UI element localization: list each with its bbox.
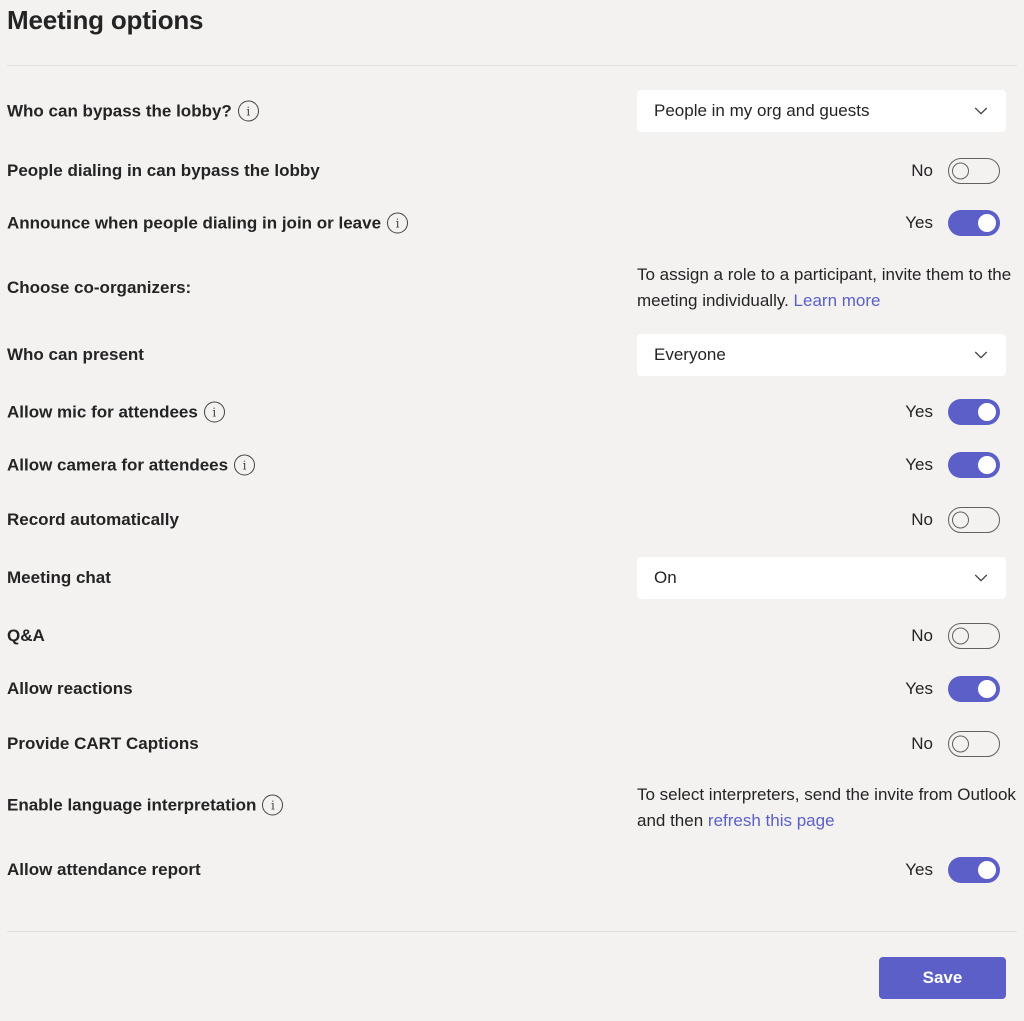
bottom-divider: [7, 931, 1017, 932]
setting-label: Allow reactions: [7, 679, 133, 699]
attendance-report-toggle-group: Yes: [905, 857, 1000, 883]
allow-reactions-toggle[interactable]: [948, 676, 1000, 702]
allow-camera-toggle-group: Yes: [905, 452, 1000, 478]
toggle-state-text: Yes: [905, 455, 933, 474]
toggle-knob: [952, 735, 969, 753]
chevron-down-icon: [972, 569, 990, 587]
language-interpretation-link[interactable]: refresh this page: [708, 811, 835, 830]
setting-label-text: Choose co-organizers:: [7, 278, 192, 297]
setting-label: Q&A: [7, 626, 45, 646]
dialin-bypass-toggle[interactable]: [948, 158, 1000, 184]
toggle-state-text: Yes: [905, 213, 933, 232]
setting-label-text: Allow mic for attendees: [7, 402, 198, 421]
qa-toggle[interactable]: [948, 623, 1000, 649]
cart-captions-toggle-group: No: [911, 731, 1000, 757]
setting-label-text: Provide CART Captions: [7, 734, 199, 753]
setting-label-text: Allow camera for attendees: [7, 455, 229, 474]
setting-label: Enable language interpretation i: [7, 794, 284, 816]
setting-label: Record automatically: [7, 510, 179, 530]
who-present-dropdown[interactable]: Everyone: [637, 334, 1006, 376]
toggle-state-text: No: [911, 626, 933, 645]
setting-label: Announce when people dialing in join or …: [7, 212, 409, 234]
setting-label: Choose co-organizers:: [7, 278, 191, 298]
toggle-knob: [978, 403, 996, 421]
info-icon[interactable]: i: [203, 401, 225, 423]
info-icon[interactable]: i: [387, 212, 409, 234]
setting-label-text: Enable language interpretation: [7, 795, 257, 814]
co-organizers-link[interactable]: Learn more: [794, 291, 881, 310]
attendance-report-toggle[interactable]: [948, 857, 1000, 883]
allow-mic-toggle[interactable]: [948, 399, 1000, 425]
toggle-state-text: Yes: [905, 860, 933, 879]
language-interpretation-note: To select interpreters, send the invite …: [637, 782, 1017, 834]
meeting-options-page: Meeting options Who can bypass the lobby…: [0, 0, 1024, 1021]
setting-label-text: People dialing in can bypass the lobby: [7, 161, 320, 180]
setting-label-text: Who can present: [7, 345, 144, 364]
setting-label-text: Who can bypass the lobby?: [7, 101, 232, 120]
toggle-state-text: No: [911, 734, 933, 753]
chevron-down-icon: [972, 102, 990, 120]
setting-label-text: Q&A: [7, 626, 45, 645]
bypass-lobby-dropdown[interactable]: People in my org and guests: [637, 90, 1006, 132]
setting-label-text: Allow reactions: [7, 679, 133, 698]
setting-label: Provide CART Captions: [7, 734, 199, 754]
dialin-bypass-toggle-group: No: [911, 158, 1000, 184]
page-title: Meeting options: [7, 5, 204, 35]
info-icon[interactable]: i: [262, 794, 284, 816]
allow-mic-toggle-group: Yes: [905, 399, 1000, 425]
toggle-knob: [952, 627, 969, 645]
setting-label: Who can present: [7, 345, 144, 365]
toggle-knob: [952, 162, 969, 180]
toggle-knob: [978, 456, 996, 474]
setting-label-text: Meeting chat: [7, 568, 111, 587]
setting-label-text: Record automatically: [7, 510, 179, 529]
announce-dialin-toggle[interactable]: [948, 210, 1000, 236]
setting-label-text: Allow attendance report: [7, 860, 201, 879]
cart-captions-toggle[interactable]: [948, 731, 1000, 757]
qa-toggle-group: No: [911, 623, 1000, 649]
co-organizers-note: To assign a role to a participant, invit…: [637, 262, 1017, 314]
setting-label-text: Announce when people dialing in join or …: [7, 213, 382, 232]
dropdown-value: People in my org and guests: [654, 101, 870, 120]
info-icon[interactable]: i: [237, 100, 259, 122]
allow-reactions-toggle-group: Yes: [905, 676, 1000, 702]
toggle-state-text: No: [911, 510, 933, 529]
setting-label: Allow camera for attendees i: [7, 454, 256, 476]
announce-dialin-toggle-group: Yes: [905, 210, 1000, 236]
toggle-state-text: Yes: [905, 679, 933, 698]
setting-label: Who can bypass the lobby? i: [7, 100, 259, 122]
record-auto-toggle[interactable]: [948, 507, 1000, 533]
setting-label: Allow mic for attendees i: [7, 401, 225, 423]
chevron-down-icon: [972, 346, 990, 364]
toggle-knob: [978, 680, 996, 698]
info-icon[interactable]: i: [234, 454, 256, 476]
toggle-state-text: No: [911, 161, 933, 180]
top-divider: [7, 65, 1017, 66]
setting-label: Allow attendance report: [7, 860, 201, 880]
toggle-knob: [952, 511, 969, 529]
setting-label: People dialing in can bypass the lobby: [7, 161, 320, 181]
dropdown-value: On: [654, 568, 677, 587]
dropdown-value: Everyone: [654, 345, 726, 364]
toggle-knob: [978, 861, 996, 879]
setting-label: Meeting chat: [7, 568, 111, 588]
save-button[interactable]: Save: [879, 957, 1006, 999]
allow-camera-toggle[interactable]: [948, 452, 1000, 478]
meeting-chat-dropdown[interactable]: On: [637, 557, 1006, 599]
record-auto-toggle-group: No: [911, 507, 1000, 533]
toggle-state-text: Yes: [905, 402, 933, 421]
toggle-knob: [978, 214, 996, 232]
